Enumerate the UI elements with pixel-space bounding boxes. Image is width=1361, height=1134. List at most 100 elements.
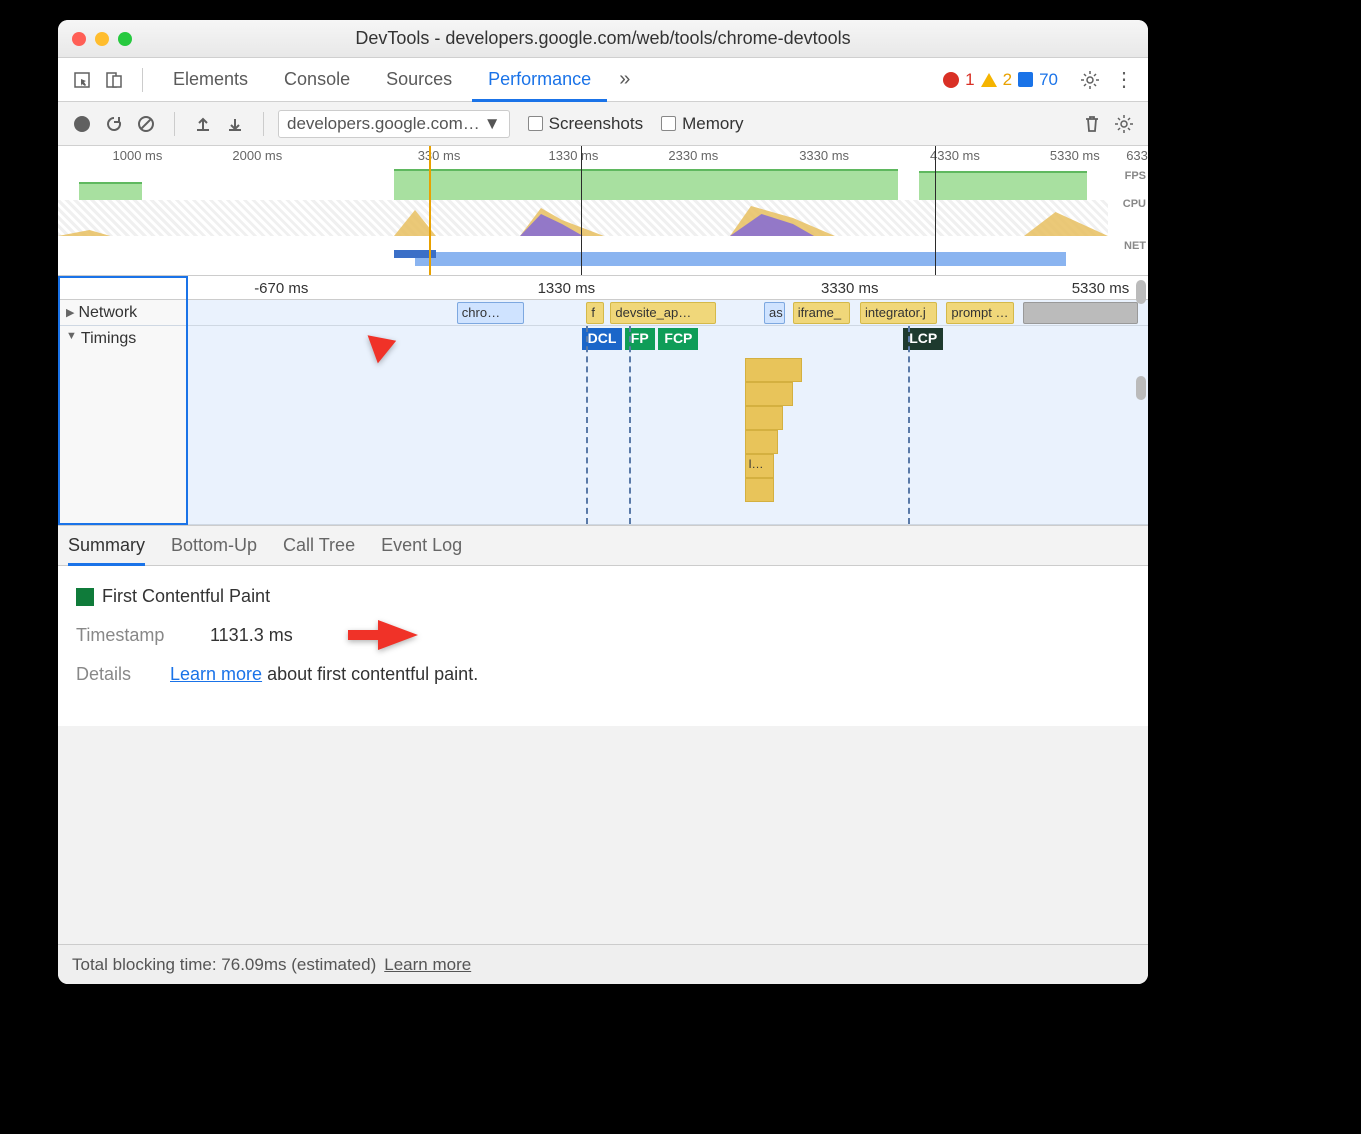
minimize-icon[interactable] bbox=[95, 32, 109, 46]
close-icon[interactable] bbox=[72, 32, 86, 46]
tab-console[interactable]: Console bbox=[268, 58, 366, 102]
details-label: Details bbox=[76, 664, 146, 685]
inspect-icon[interactable] bbox=[68, 66, 96, 94]
long-task-bar[interactable] bbox=[745, 430, 779, 454]
tab-elements[interactable]: Elements bbox=[157, 58, 264, 102]
scrollbar-thumb[interactable] bbox=[1136, 376, 1146, 400]
screenshots-label: Screenshots bbox=[549, 114, 644, 134]
ruler-tick: 633 bbox=[1126, 148, 1148, 163]
download-icon[interactable] bbox=[221, 110, 249, 138]
tab-sources[interactable]: Sources bbox=[370, 58, 468, 102]
tabs-overflow-icon[interactable]: » bbox=[611, 58, 638, 102]
track-label: Timings bbox=[81, 330, 136, 348]
ruler-tick: 4330 ms bbox=[930, 148, 980, 163]
lane-label-fps: FPS bbox=[1123, 170, 1146, 198]
long-task-bar[interactable] bbox=[745, 478, 774, 502]
track-header-network[interactable]: ▶ Network bbox=[58, 300, 188, 325]
dtab-bottom-up[interactable]: Bottom-Up bbox=[171, 526, 257, 566]
separator bbox=[174, 112, 175, 136]
dtab-call-tree[interactable]: Call Tree bbox=[283, 526, 355, 566]
window-controls bbox=[58, 32, 132, 46]
timing-fcp[interactable]: FCP bbox=[658, 328, 698, 350]
summary-panel: First Contentful Paint Timestamp 1131.3 … bbox=[58, 566, 1148, 944]
timing-guide bbox=[908, 326, 910, 524]
summary-empty-area bbox=[58, 726, 1148, 944]
ruler-tick: 3330 ms bbox=[821, 280, 879, 297]
tracks-ruler: -670 ms 1330 ms 3330 ms 5330 ms bbox=[58, 276, 1148, 300]
trash-icon[interactable] bbox=[1078, 110, 1106, 138]
recording-select[interactable]: developers.google.com… ▼ bbox=[278, 110, 510, 138]
dtab-summary[interactable]: Summary bbox=[68, 526, 145, 566]
track-network[interactable]: ▶ Network chro… f devsite_ap… as iframe_ … bbox=[58, 300, 1148, 326]
expand-icon: ▶ bbox=[66, 306, 74, 319]
tracks-pane[interactable]: -670 ms 1330 ms 3330 ms 5330 ms ▶ Network… bbox=[58, 276, 1148, 526]
overview-selection-right[interactable] bbox=[935, 146, 936, 275]
net-item[interactable]: iframe_ bbox=[793, 302, 851, 324]
metric-swatch bbox=[76, 588, 94, 606]
overview-ruler: 1000 ms 2000 ms 330 ms 1330 ms 2330 ms 3… bbox=[58, 146, 1148, 164]
track-body: chro… f devsite_ap… as iframe_ integrato… bbox=[188, 300, 1148, 325]
info-icon bbox=[1018, 72, 1033, 87]
device-toggle-icon[interactable] bbox=[100, 66, 128, 94]
clear-icon[interactable] bbox=[132, 110, 160, 138]
settings-icon[interactable] bbox=[1076, 66, 1104, 94]
tbt-text: Total blocking time: 76.09ms (estimated) bbox=[72, 955, 376, 975]
warning-count: 2 bbox=[1003, 70, 1012, 90]
perf-toolbar: developers.google.com… ▼ Screenshots Mem… bbox=[58, 102, 1148, 146]
zoom-icon[interactable] bbox=[118, 32, 132, 46]
annotation-arrow-icon bbox=[338, 326, 398, 376]
info-count: 70 bbox=[1039, 70, 1058, 90]
scrollbar-thumb[interactable] bbox=[1136, 280, 1146, 304]
net-item[interactable]: as bbox=[764, 302, 785, 324]
tab-performance[interactable]: Performance bbox=[472, 58, 607, 102]
overview-pane[interactable]: 1000 ms 2000 ms 330 ms 1330 ms 2330 ms 3… bbox=[58, 146, 1148, 276]
long-task-bar[interactable] bbox=[745, 382, 793, 406]
net-item[interactable] bbox=[1023, 302, 1138, 324]
ruler-tick: 1330 ms bbox=[538, 280, 596, 297]
dtab-event-log[interactable]: Event Log bbox=[381, 526, 462, 566]
track-body: DCL FP FCP LCP l… bbox=[188, 326, 1148, 524]
status-counters[interactable]: 1 2 70 ⋮ bbox=[943, 66, 1138, 94]
net-item[interactable]: chro… bbox=[457, 302, 524, 324]
overview-cpu bbox=[58, 200, 1108, 236]
window-title: DevTools - developers.google.com/web/too… bbox=[58, 28, 1148, 49]
net-item[interactable]: prompt … bbox=[946, 302, 1013, 324]
memory-label: Memory bbox=[682, 114, 743, 134]
footer: Total blocking time: 76.09ms (estimated)… bbox=[58, 944, 1148, 984]
learn-more-link[interactable]: Learn more bbox=[170, 664, 262, 684]
overview-selection-left[interactable] bbox=[581, 146, 582, 275]
titlebar: DevTools - developers.google.com/web/too… bbox=[58, 20, 1148, 58]
annotation-arrow-icon bbox=[348, 612, 408, 662]
tbt-learn-more-link[interactable]: Learn more bbox=[384, 955, 471, 975]
track-timings[interactable]: ▼ Timings DCL FP FCP LCP l… bbox=[58, 326, 1148, 525]
long-task-bar[interactable] bbox=[745, 358, 803, 382]
memory-checkbox[interactable]: Memory bbox=[661, 114, 743, 134]
overview-net bbox=[58, 250, 1108, 270]
error-icon bbox=[943, 72, 959, 88]
recording-select-label: developers.google.com… bbox=[287, 114, 480, 134]
detail-tabbar: Summary Bottom-Up Call Tree Event Log bbox=[58, 526, 1148, 566]
kebab-menu-icon[interactable]: ⋮ bbox=[1110, 66, 1138, 94]
record-icon[interactable] bbox=[68, 110, 96, 138]
capture-settings-icon[interactable] bbox=[1110, 110, 1138, 138]
ruler-tick: 2000 ms bbox=[232, 148, 282, 163]
long-task-bar[interactable]: l… bbox=[745, 454, 774, 478]
net-item[interactable]: devsite_ap… bbox=[610, 302, 716, 324]
overview-marker bbox=[429, 146, 431, 275]
track-label: Network bbox=[78, 304, 137, 322]
long-task-bar[interactable] bbox=[745, 406, 783, 430]
ruler-tick: 330 ms bbox=[418, 148, 461, 163]
ruler-tick: 1000 ms bbox=[113, 148, 163, 163]
main-tabbar: Elements Console Sources Performance » 1… bbox=[58, 58, 1148, 102]
ruler-tick: 5330 ms bbox=[1072, 280, 1130, 297]
separator bbox=[142, 68, 143, 92]
details-tail: about first contentful paint. bbox=[262, 664, 478, 684]
reload-icon[interactable] bbox=[100, 110, 128, 138]
collapse-icon: ▼ bbox=[66, 330, 77, 342]
net-item[interactable]: integrator.j bbox=[860, 302, 937, 324]
timestamp-value: 1131.3 ms bbox=[210, 625, 293, 646]
net-item[interactable]: f bbox=[586, 302, 603, 324]
upload-icon[interactable] bbox=[189, 110, 217, 138]
screenshots-checkbox[interactable]: Screenshots bbox=[528, 114, 644, 134]
track-header-timings[interactable]: ▼ Timings bbox=[58, 326, 188, 524]
